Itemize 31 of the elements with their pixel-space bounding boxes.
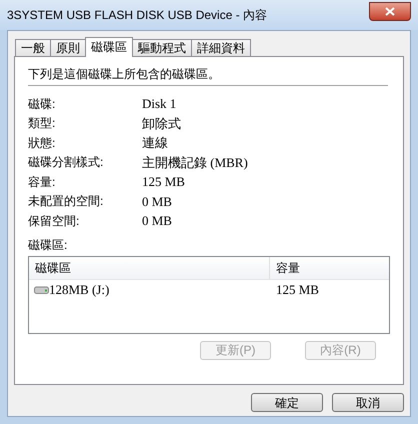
tab[interactable]: 詳細資料 — [191, 39, 251, 56]
volume-capacity: 125 MB — [275, 280, 319, 299]
column-header[interactable]: 磁碟區 — [29, 256, 270, 278]
property-value: 主開機記錄 (MBR) — [142, 154, 248, 172]
property-value: 連線 — [142, 134, 168, 152]
description-text: 下列是這個磁碟上所包含的磁碟區。 — [28, 67, 221, 81]
property-label: 磁碟: — [28, 96, 56, 113]
tab[interactable]: 原則 — [50, 39, 86, 56]
volumes-label: 磁碟區: — [28, 238, 68, 252]
property-label: 磁碟分割樣式: — [28, 154, 104, 172]
close-icon — [385, 6, 395, 16]
property-value: 0 MB — [142, 212, 172, 230]
tab[interactable]: 一般 — [15, 39, 51, 56]
volume-name[interactable]: 128MB (J:) — [49, 280, 110, 300]
tab[interactable]: 驅動程式 — [132, 39, 192, 56]
property-label: 容量: — [28, 174, 56, 191]
dialog-button[interactable]: 確定 — [251, 393, 323, 412]
property-value: Disk 1 — [142, 95, 176, 113]
close-button[interactable] — [369, 2, 411, 20]
dialog-button[interactable]: 取消 — [332, 393, 404, 412]
property-label: 類型: — [28, 115, 56, 132]
drive-icon — [34, 285, 49, 294]
property-label: 保留空間: — [28, 212, 80, 230]
property-value: 卸除式 — [142, 114, 181, 132]
property-value: 0 MB — [142, 192, 172, 210]
window-title: 3SYSTEM USB FLASH DISK USB Device - 內容 — [7, 7, 268, 24]
property-value: 125 MB — [142, 173, 185, 191]
column-header[interactable]: 容量 — [270, 256, 389, 278]
tab[interactable]: 磁碟區 — [85, 37, 133, 57]
property-label: 未配置的空間: — [28, 193, 104, 210]
property-label: 狀態: — [28, 134, 56, 152]
